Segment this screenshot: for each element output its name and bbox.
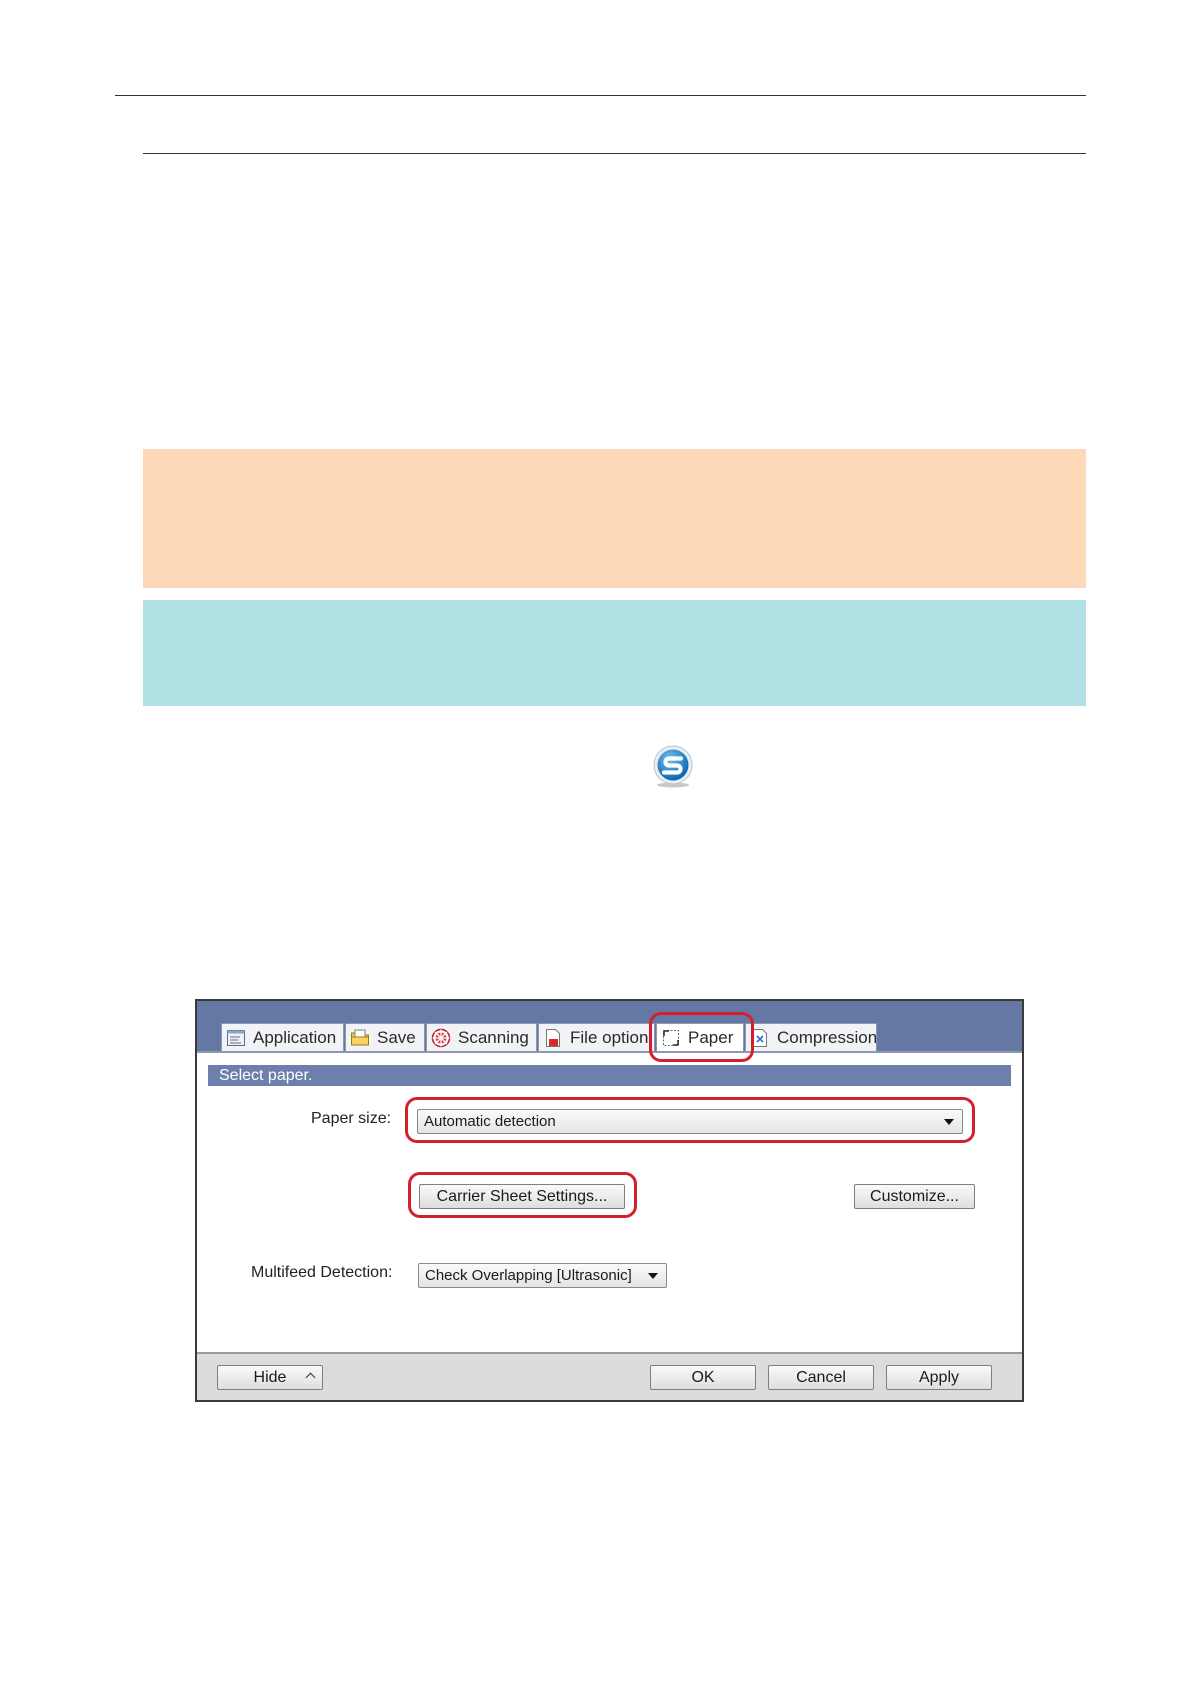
compression-icon [753, 1028, 767, 1047]
apply-button[interactable]: Apply [886, 1365, 992, 1390]
top-rule [115, 95, 1086, 96]
scansnap-manager-icon[interactable] [651, 744, 695, 788]
section-rule [143, 153, 1086, 154]
chevron-down-icon [648, 1273, 658, 1279]
hide-button[interactable]: Hide [217, 1365, 323, 1390]
paper-size-value: Automatic detection [424, 1113, 556, 1130]
tab-paper[interactable]: Paper [656, 1023, 744, 1051]
tab-label: Paper [688, 1027, 734, 1047]
chevron-down-icon [944, 1119, 954, 1125]
application-icon [227, 1029, 245, 1046]
tab-application[interactable]: Application [221, 1023, 344, 1051]
multifeed-detection-label: Multifeed Detection: [251, 1264, 393, 1281]
tab-file-option[interactable]: File option [538, 1023, 655, 1051]
folder-icon [351, 1029, 369, 1045]
hint-box [143, 600, 1086, 706]
scan-settings-dialog: Application Save Scanning File option Pa… [195, 999, 1024, 1402]
chevron-up-icon [305, 1372, 316, 1383]
paper-size-select[interactable]: Automatic detection [417, 1109, 963, 1134]
dialog-footer: Hide OK Cancel Apply [197, 1352, 1022, 1400]
paper-size-label: Paper size: [311, 1110, 392, 1127]
hide-button-label: Hide [253, 1369, 287, 1386]
cancel-button[interactable]: Cancel [768, 1365, 874, 1390]
tab-label: Compression [777, 1027, 877, 1047]
ok-button[interactable]: OK [650, 1365, 756, 1390]
tab-compression[interactable]: Compression [745, 1023, 877, 1051]
tab-divider [197, 1051, 1022, 1053]
tab-strip: Application Save Scanning File option Pa… [197, 1001, 1022, 1051]
file-option-icon [546, 1028, 560, 1047]
section-title: Select paper. [208, 1065, 1011, 1086]
tab-label: Scanning [458, 1027, 529, 1047]
customize-button[interactable]: Customize... [854, 1184, 975, 1209]
attention-box [143, 449, 1086, 588]
tab-scanning[interactable]: Scanning [426, 1023, 537, 1051]
tab-save[interactable]: Save [345, 1023, 425, 1051]
tab-label: Application [253, 1027, 337, 1047]
paper-icon [663, 1029, 679, 1046]
multifeed-detection-value: Check Overlapping [Ultrasonic] [425, 1267, 632, 1284]
scanning-icon [431, 1028, 451, 1047]
tab-label: File option [570, 1027, 649, 1047]
multifeed-detection-select[interactable]: Check Overlapping [Ultrasonic] [418, 1263, 667, 1288]
carrier-sheet-settings-button[interactable]: Carrier Sheet Settings... [419, 1184, 625, 1209]
tab-label: Save [377, 1027, 416, 1047]
